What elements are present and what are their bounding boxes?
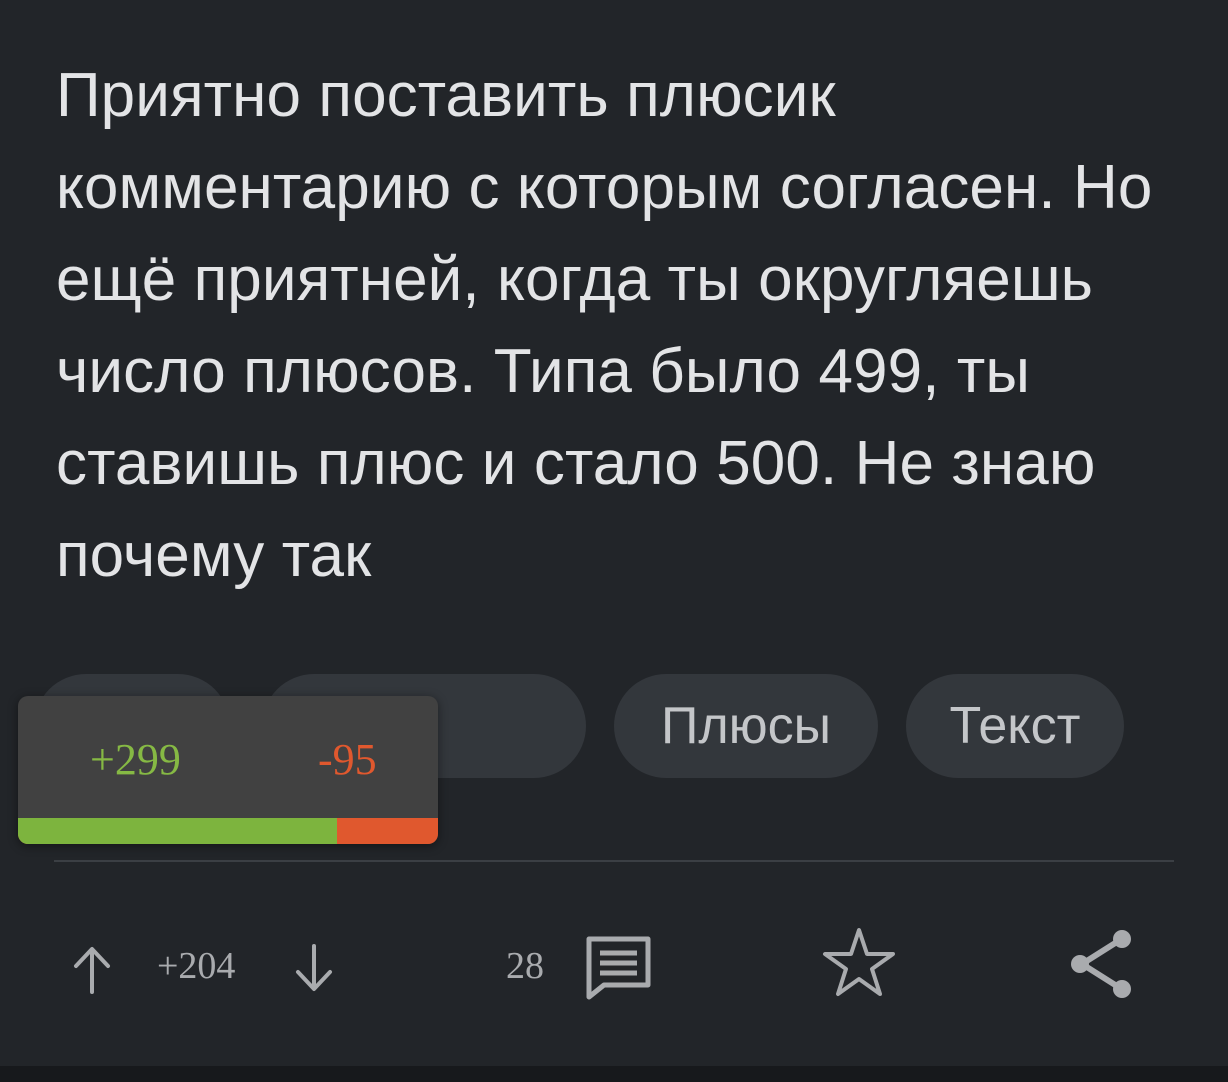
rating-minus-count: -95 (318, 735, 377, 784)
rating-ratio-fill (18, 818, 337, 844)
tag-plusy[interactable]: Плюсы (614, 674, 878, 778)
post-action-bar: +204 28 (0, 900, 1228, 1030)
arrow-down-icon[interactable] (292, 944, 336, 994)
arrow-up-icon[interactable] (70, 944, 114, 994)
star-icon[interactable] (820, 924, 898, 1000)
rating-popup: +299 -95 (18, 696, 438, 844)
rating-ratio-bar (18, 818, 438, 844)
post-rating: +204 (157, 945, 236, 987)
rating-plus-count: +299 (90, 735, 181, 784)
divider (54, 860, 1174, 862)
comments-count: 28 (506, 945, 544, 987)
share-icon[interactable] (1066, 928, 1136, 1000)
post-text: Приятно поставить плюсик комментарию с к… (56, 61, 1153, 590)
tag-tekst[interactable]: Текст (906, 674, 1124, 778)
comment-icon[interactable] (582, 933, 654, 1003)
bottom-strip (0, 1066, 1228, 1082)
